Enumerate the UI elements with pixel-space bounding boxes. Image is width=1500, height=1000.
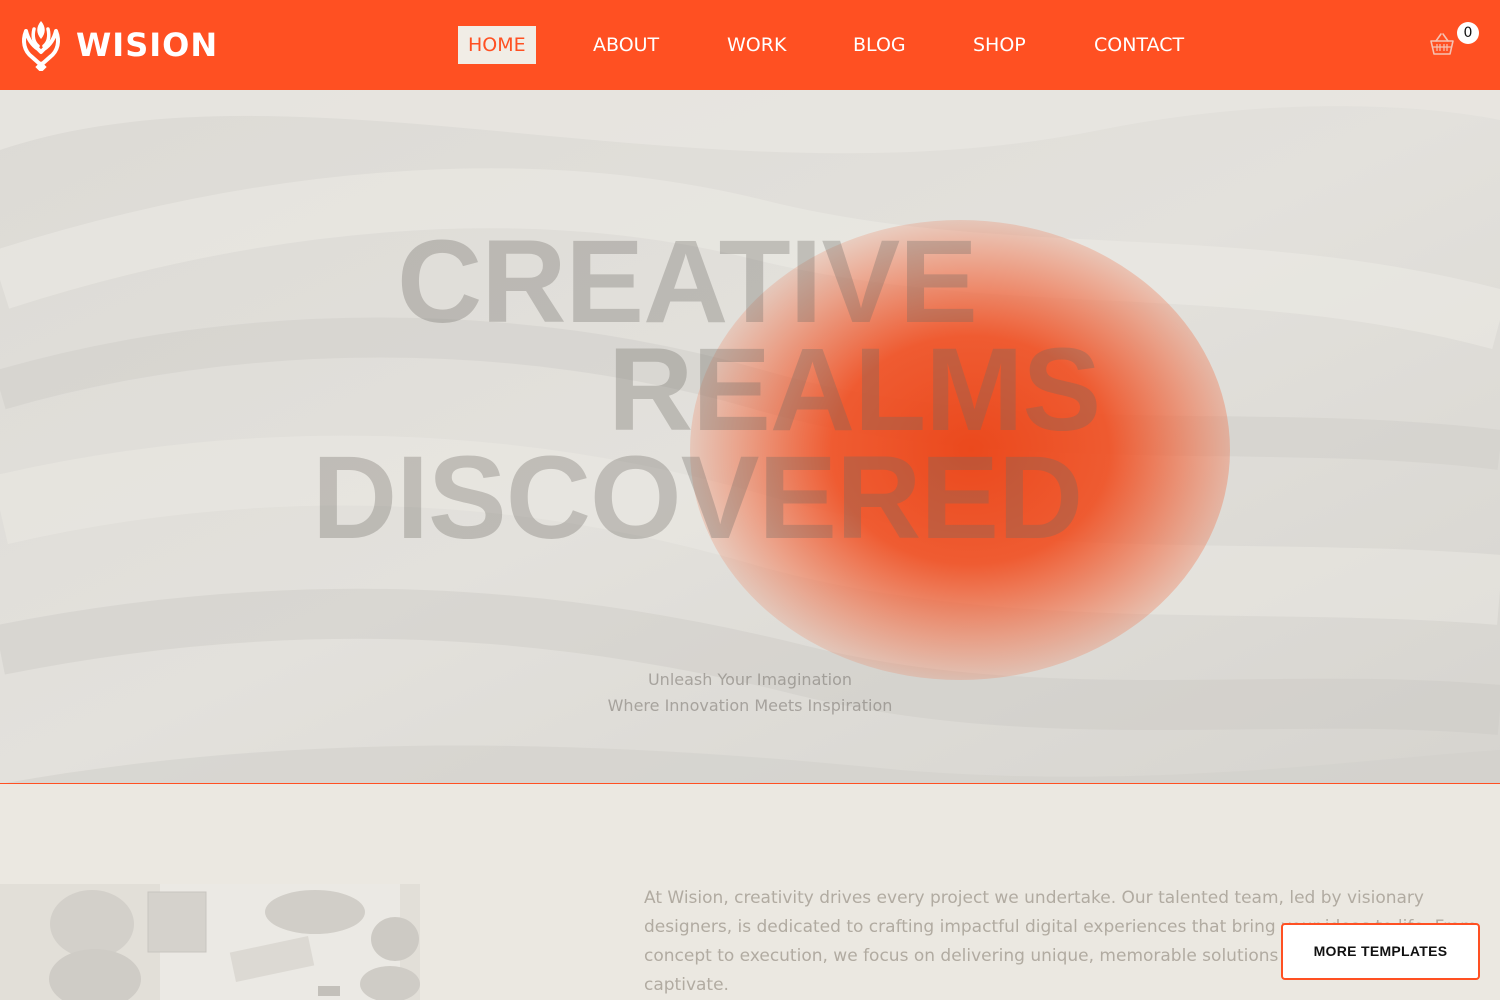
nav-item-shop[interactable]: SHOP (973, 26, 1026, 64)
hero-title-line-1: CREATIVE (397, 216, 978, 348)
hero-subtitle-line-1: Unleash Your Imagination (647, 670, 853, 689)
logo-wordmark: WISION (76, 26, 219, 64)
more-templates-button[interactable]: MORE TEMPLATES (1281, 923, 1480, 980)
nav-item-about[interactable]: ABOUT (593, 26, 659, 64)
basket-icon[interactable] (1428, 30, 1456, 58)
nav-item-contact[interactable]: CONTACT (1094, 26, 1184, 64)
logo[interactable]: WISION (18, 18, 218, 72)
nav-item-blog[interactable]: BLOG (853, 26, 906, 64)
hero-section: CREATIVE REALMS DISCOVERED Unleash Your … (0, 90, 1500, 784)
hero-title-line-3: DISCOVERED (312, 432, 1083, 564)
logo-mark-icon (22, 21, 60, 71)
hero-subtitle-line-2: Where Innovation Meets Inspiration (607, 696, 893, 715)
hero-title-line-2: REALMS (608, 324, 1101, 456)
team-photo (0, 884, 420, 1000)
nav-item-work[interactable]: WORK (727, 26, 786, 64)
site-header: WISION HOME ABOUT WORK BLOG SHOP CONTACT… (0, 0, 1500, 90)
nav-item-home[interactable]: HOME (458, 26, 536, 64)
cart-count-badge: 0 (1457, 22, 1479, 44)
